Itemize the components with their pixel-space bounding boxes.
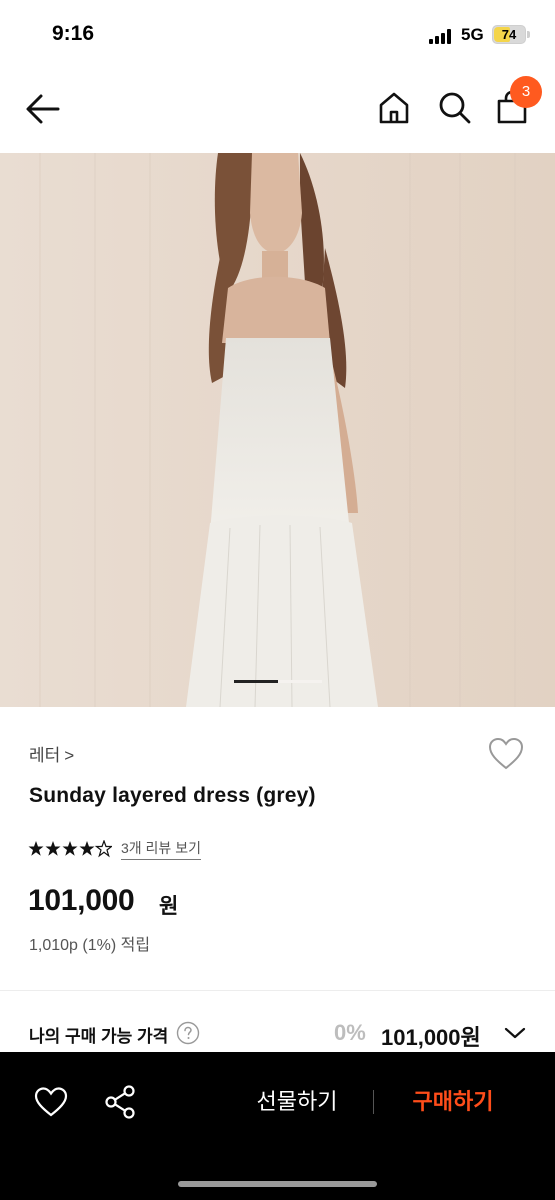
image-pager (234, 680, 322, 683)
cart-count-badge: 3 (510, 76, 542, 108)
star-rating (28, 840, 112, 858)
status-bar: 9:16 5G 74 (0, 0, 555, 70)
home-icon[interactable] (377, 90, 411, 126)
product-image[interactable] (0, 153, 555, 707)
battery-level: 74 (501, 27, 517, 42)
review-link[interactable]: 3개 리뷰 보기 (121, 838, 201, 860)
star-icon (94, 840, 112, 858)
chevron-down-icon[interactable] (504, 1024, 526, 1042)
my-price-label: 나의 구매 가능 가격 (29, 1027, 169, 1046)
star-icon (28, 841, 44, 856)
heart-icon[interactable] (487, 736, 525, 772)
section-divider (0, 990, 555, 991)
battery-icon: 74 (492, 25, 526, 44)
gift-button[interactable]: 선물하기 (233, 1082, 361, 1122)
reward-points: 1,010p (1%) 적립 (29, 937, 151, 954)
price-unit: 원 (159, 895, 179, 918)
product-price: 101,000 (28, 884, 135, 917)
battery-nub (527, 31, 530, 38)
signal-icon (429, 28, 455, 44)
heart-icon[interactable] (34, 1086, 68, 1118)
chevron-right-icon: > (64, 746, 75, 765)
buy-button[interactable]: 구매하기 (389, 1082, 517, 1122)
status-time: 9:16 (52, 22, 95, 45)
header (0, 72, 555, 148)
bottom-action-bar: 선물하기 구매하기 (0, 1052, 555, 1200)
star-icon (62, 841, 78, 856)
network-type: 5G (461, 25, 484, 44)
search-icon[interactable] (437, 90, 473, 126)
home-indicator[interactable] (178, 1181, 377, 1187)
question-icon[interactable] (176, 1021, 200, 1045)
brand-name: 레터 (29, 746, 61, 765)
my-price-value: 101,000원 (381, 1025, 481, 1050)
star-icon (45, 841, 61, 856)
share-icon[interactable] (103, 1084, 137, 1120)
back-arrow-icon[interactable] (24, 91, 62, 127)
product-photo (0, 153, 555, 707)
brand-link[interactable]: 레터 > (29, 741, 74, 766)
discount-rate: 0% (334, 1020, 366, 1045)
star-icon (79, 841, 95, 856)
product-name: Sunday layered dress (grey) (29, 784, 316, 807)
button-separator (373, 1090, 374, 1114)
